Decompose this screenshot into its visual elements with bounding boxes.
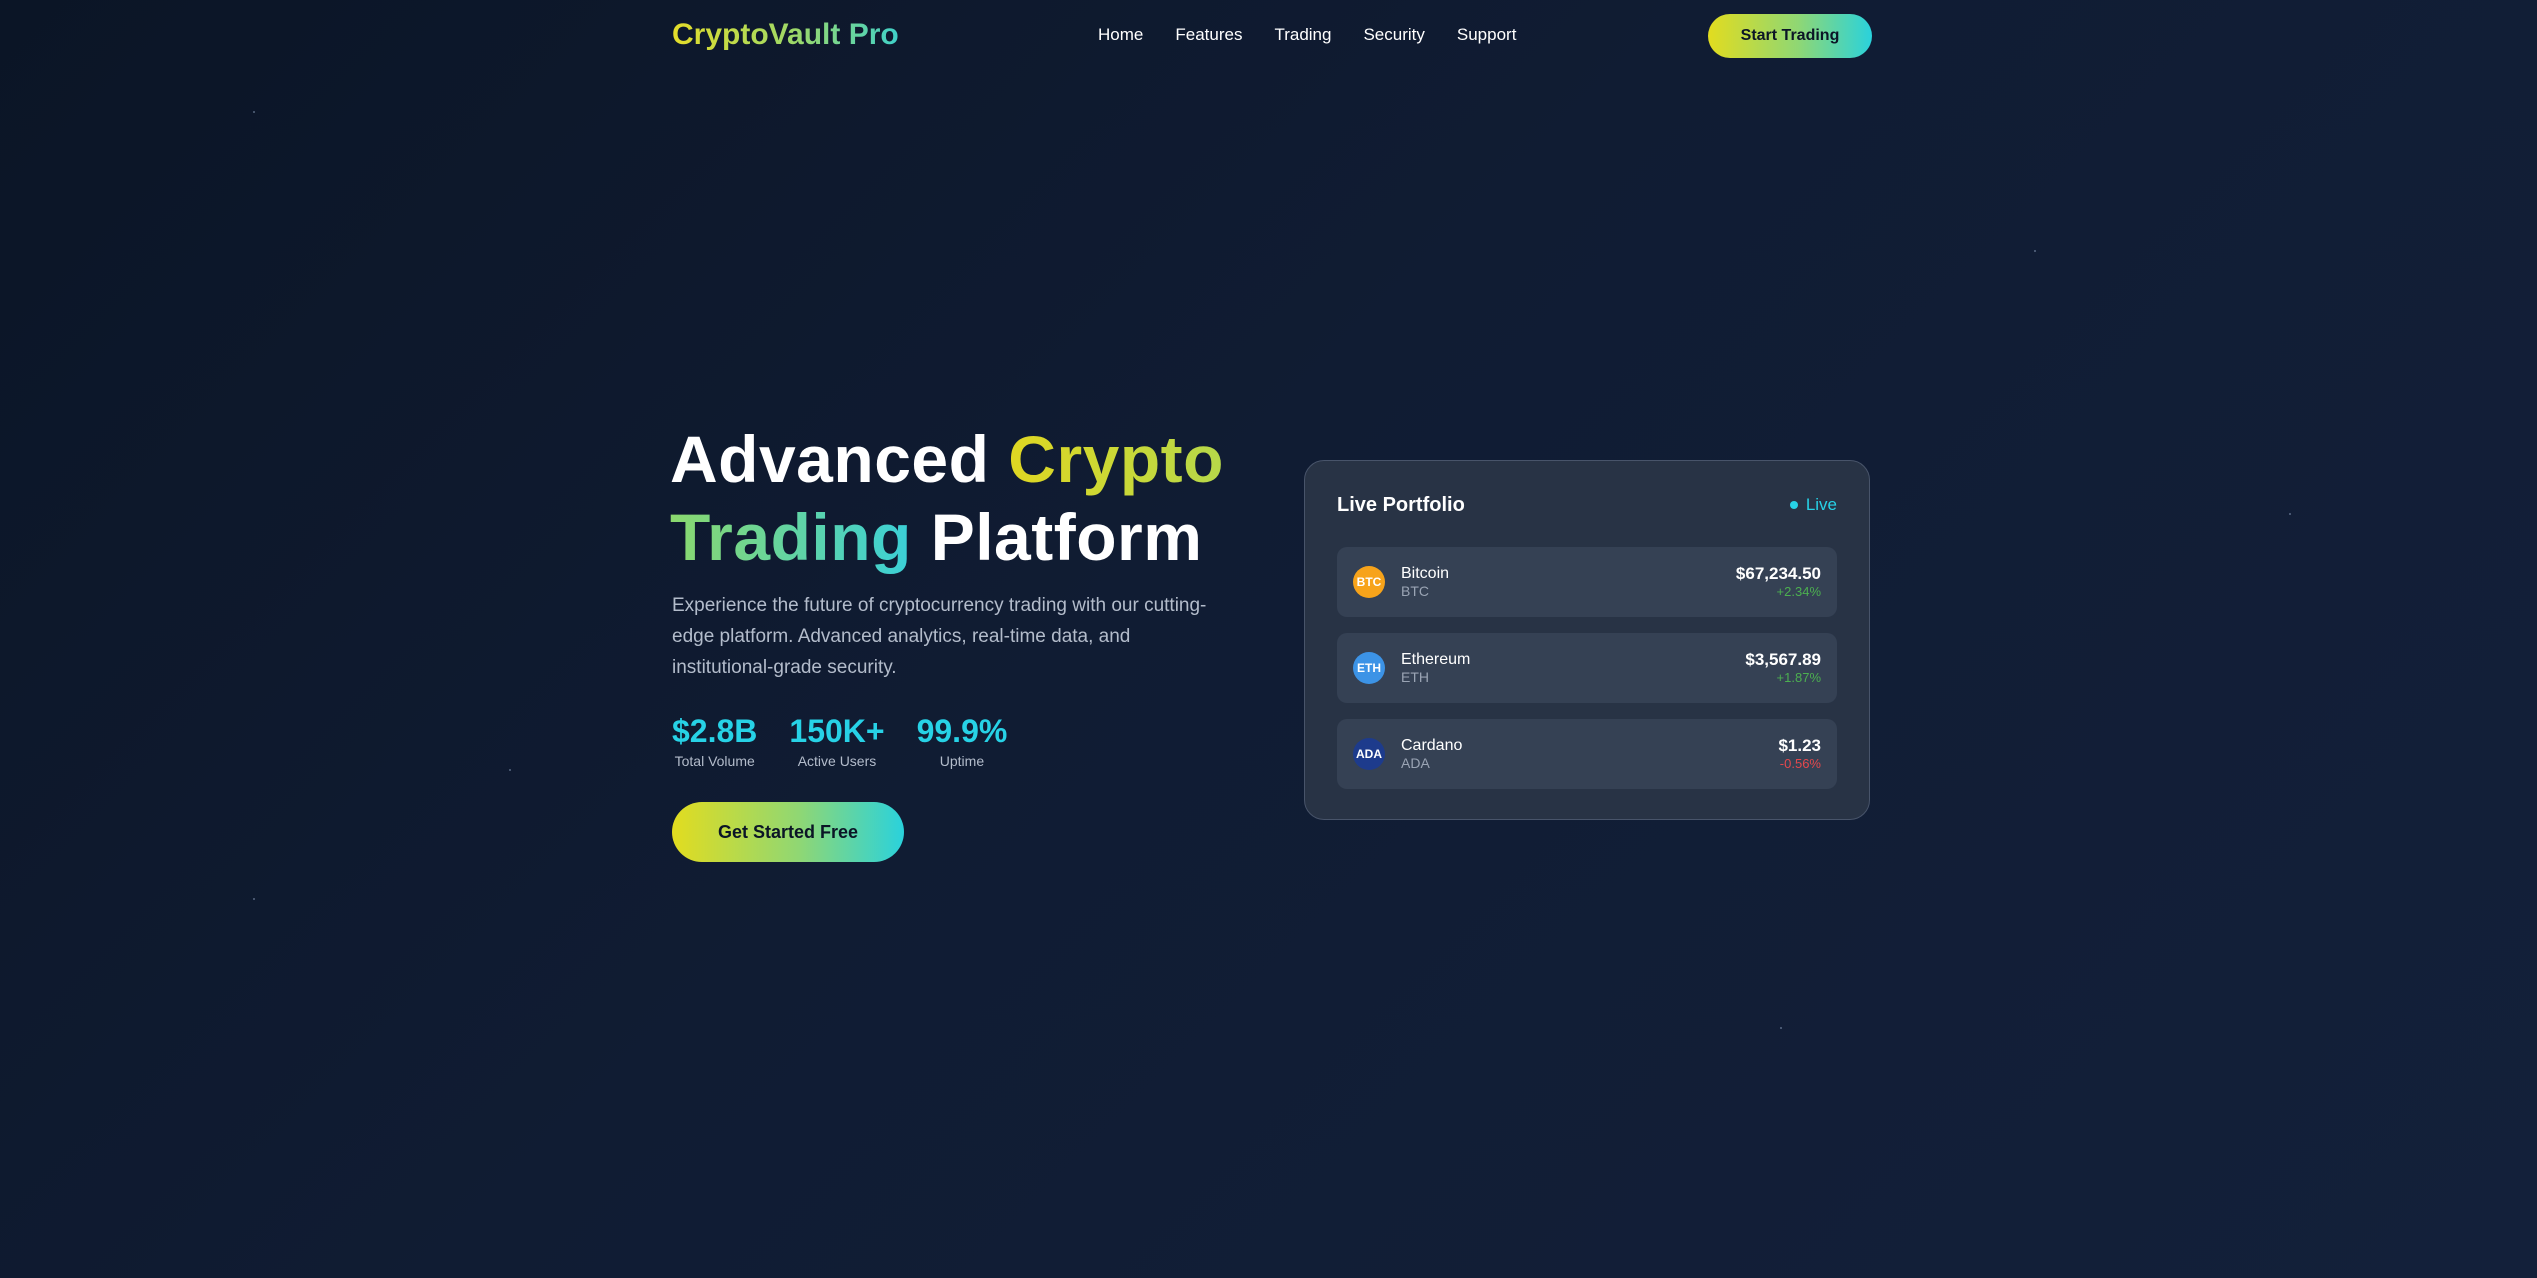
stats-row: $2.8B Total Volume 150K+ Active Users 99… xyxy=(672,712,1007,770)
nav-link-security[interactable]: Security xyxy=(1363,24,1424,46)
card-header: Live Portfolio Live xyxy=(1337,493,1837,517)
coin-values: $67,234.50 +2.34% xyxy=(1736,564,1821,600)
background-star xyxy=(509,769,511,771)
top-navbar: CryptoVault Pro Home Features Trading Se… xyxy=(0,0,2537,72)
background-star xyxy=(253,111,255,113)
start-trading-button[interactable]: Start Trading xyxy=(1708,14,1872,58)
coin-name: Bitcoin xyxy=(1401,565,1450,582)
live-portfolio-card: Live Portfolio Live BTC Bitcoin BTC $67,… xyxy=(1304,460,1870,820)
coin-row-cardano[interactable]: ADA Cardano ADA $1.23 -0.56% xyxy=(1337,719,1837,789)
background-star xyxy=(2034,250,2036,252)
coin-price: $3,567.89 xyxy=(1745,650,1821,669)
stat-label: Total Volume xyxy=(674,753,755,769)
coin-symbol: BTC xyxy=(1401,583,1429,599)
stat-uptime: 99.9% Uptime xyxy=(917,712,1008,770)
background-star xyxy=(2289,513,2291,515)
nav-link-home[interactable]: Home xyxy=(1098,24,1143,46)
live-indicator: Live xyxy=(1789,495,1837,515)
coin-row-ethereum[interactable]: ETH Ethereum ETH $3,567.89 +1.87% xyxy=(1337,633,1837,703)
background-star xyxy=(253,898,255,900)
stat-label: Active Users xyxy=(797,753,877,769)
hero-title-part: Platform xyxy=(911,500,1203,574)
coin-list: BTC Bitcoin BTC $67,234.50 +2.34% ETH Et… xyxy=(1337,547,1837,805)
live-dot-icon xyxy=(1789,501,1798,509)
coin-symbol: ADA xyxy=(1401,755,1430,771)
hero-title-highlight-crypto: Crypto xyxy=(1008,422,1224,496)
card-title: Live Portfolio xyxy=(1337,493,1465,516)
stat-label: Uptime xyxy=(939,753,985,769)
coin-change: +2.34% xyxy=(1776,584,1821,599)
nav-link-trading[interactable]: Trading xyxy=(1274,24,1331,46)
brand-logo[interactable]: CryptoVault Pro xyxy=(672,17,899,53)
hero-title: Advanced Crypto Trading Platform xyxy=(670,420,1270,576)
ethereum-icon: ETH xyxy=(1353,652,1385,684)
bitcoin-icon: BTC xyxy=(1353,566,1385,598)
coin-price: $67,234.50 xyxy=(1735,564,1821,583)
coin-name: Ethereum xyxy=(1401,651,1471,668)
cardano-icon: ADA xyxy=(1353,738,1385,770)
nav-links: Home Features Trading Security Support xyxy=(1098,24,1516,46)
nav-link-support[interactable]: Support xyxy=(1457,24,1517,46)
coin-symbol: ETH xyxy=(1401,669,1429,685)
stat-total-volume: $2.8B Total Volume xyxy=(672,712,757,770)
coin-names: Bitcoin BTC xyxy=(1401,564,1449,600)
stat-value: 150K+ xyxy=(789,713,885,749)
hero-title-part: Advanced xyxy=(670,422,1009,496)
coin-names: Ethereum ETH xyxy=(1401,650,1470,686)
coin-price: $1.23 xyxy=(1778,736,1821,755)
stat-value: 99.9% xyxy=(916,713,1008,749)
background-star xyxy=(1780,1027,1782,1029)
coin-name: Cardano xyxy=(1401,737,1463,754)
get-started-button[interactable]: Get Started Free xyxy=(672,802,904,862)
coin-values: $1.23 -0.56% xyxy=(1778,736,1821,772)
nav-link-features[interactable]: Features xyxy=(1175,24,1242,46)
coin-change: +1.87% xyxy=(1776,670,1821,685)
stat-active-users: 150K+ Active Users xyxy=(789,712,884,770)
coin-names: Cardano ADA xyxy=(1401,736,1462,772)
stat-value: $2.8B xyxy=(672,713,758,749)
coin-row-bitcoin[interactable]: BTC Bitcoin BTC $67,234.50 +2.34% xyxy=(1337,547,1837,617)
hero-title-highlight-trading: Trading xyxy=(670,500,912,574)
hero-description: Experience the future of cryptocurrency … xyxy=(672,595,1207,678)
coin-values: $3,567.89 +1.87% xyxy=(1745,650,1821,686)
coin-change: -0.56% xyxy=(1779,756,1821,771)
live-label: Live xyxy=(1805,495,1837,514)
